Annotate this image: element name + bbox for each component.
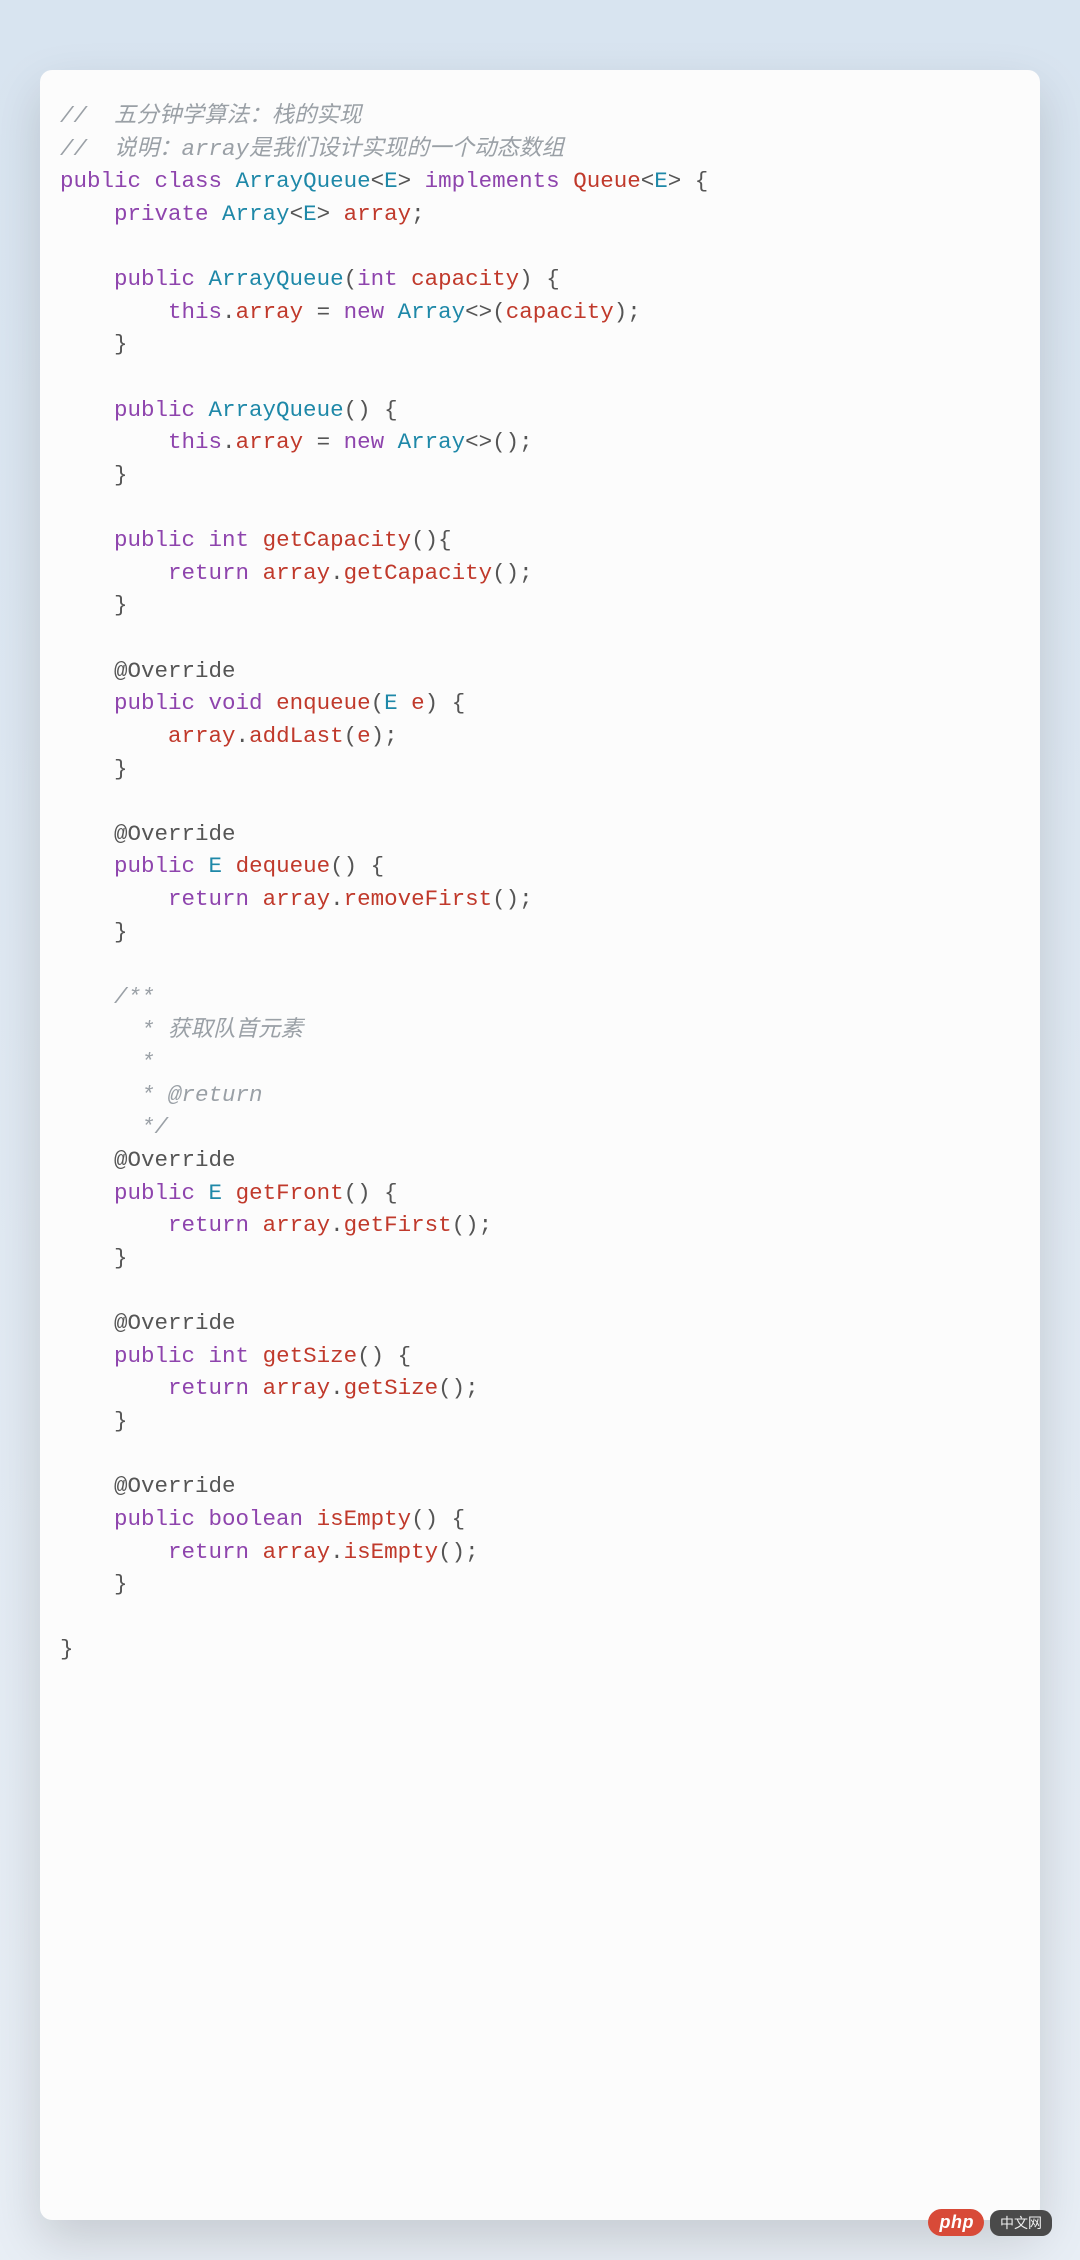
watermark-text: 中文网 — [990, 2210, 1052, 2236]
comment-line: // 说明：array是我们设计实现的一个动态数组 — [60, 136, 564, 162]
comment-line: // 五分钟学算法：栈的实现 — [60, 103, 362, 129]
watermark: php 中文网 — [928, 2209, 1053, 2236]
code-block: // 五分钟学算法：栈的实现 // 说明：array是我们设计实现的一个动态数组… — [60, 100, 1020, 1666]
watermark-logo: php — [928, 2209, 985, 2236]
code-card: // 五分钟学算法：栈的实现 // 说明：array是我们设计实现的一个动态数组… — [40, 70, 1040, 2220]
